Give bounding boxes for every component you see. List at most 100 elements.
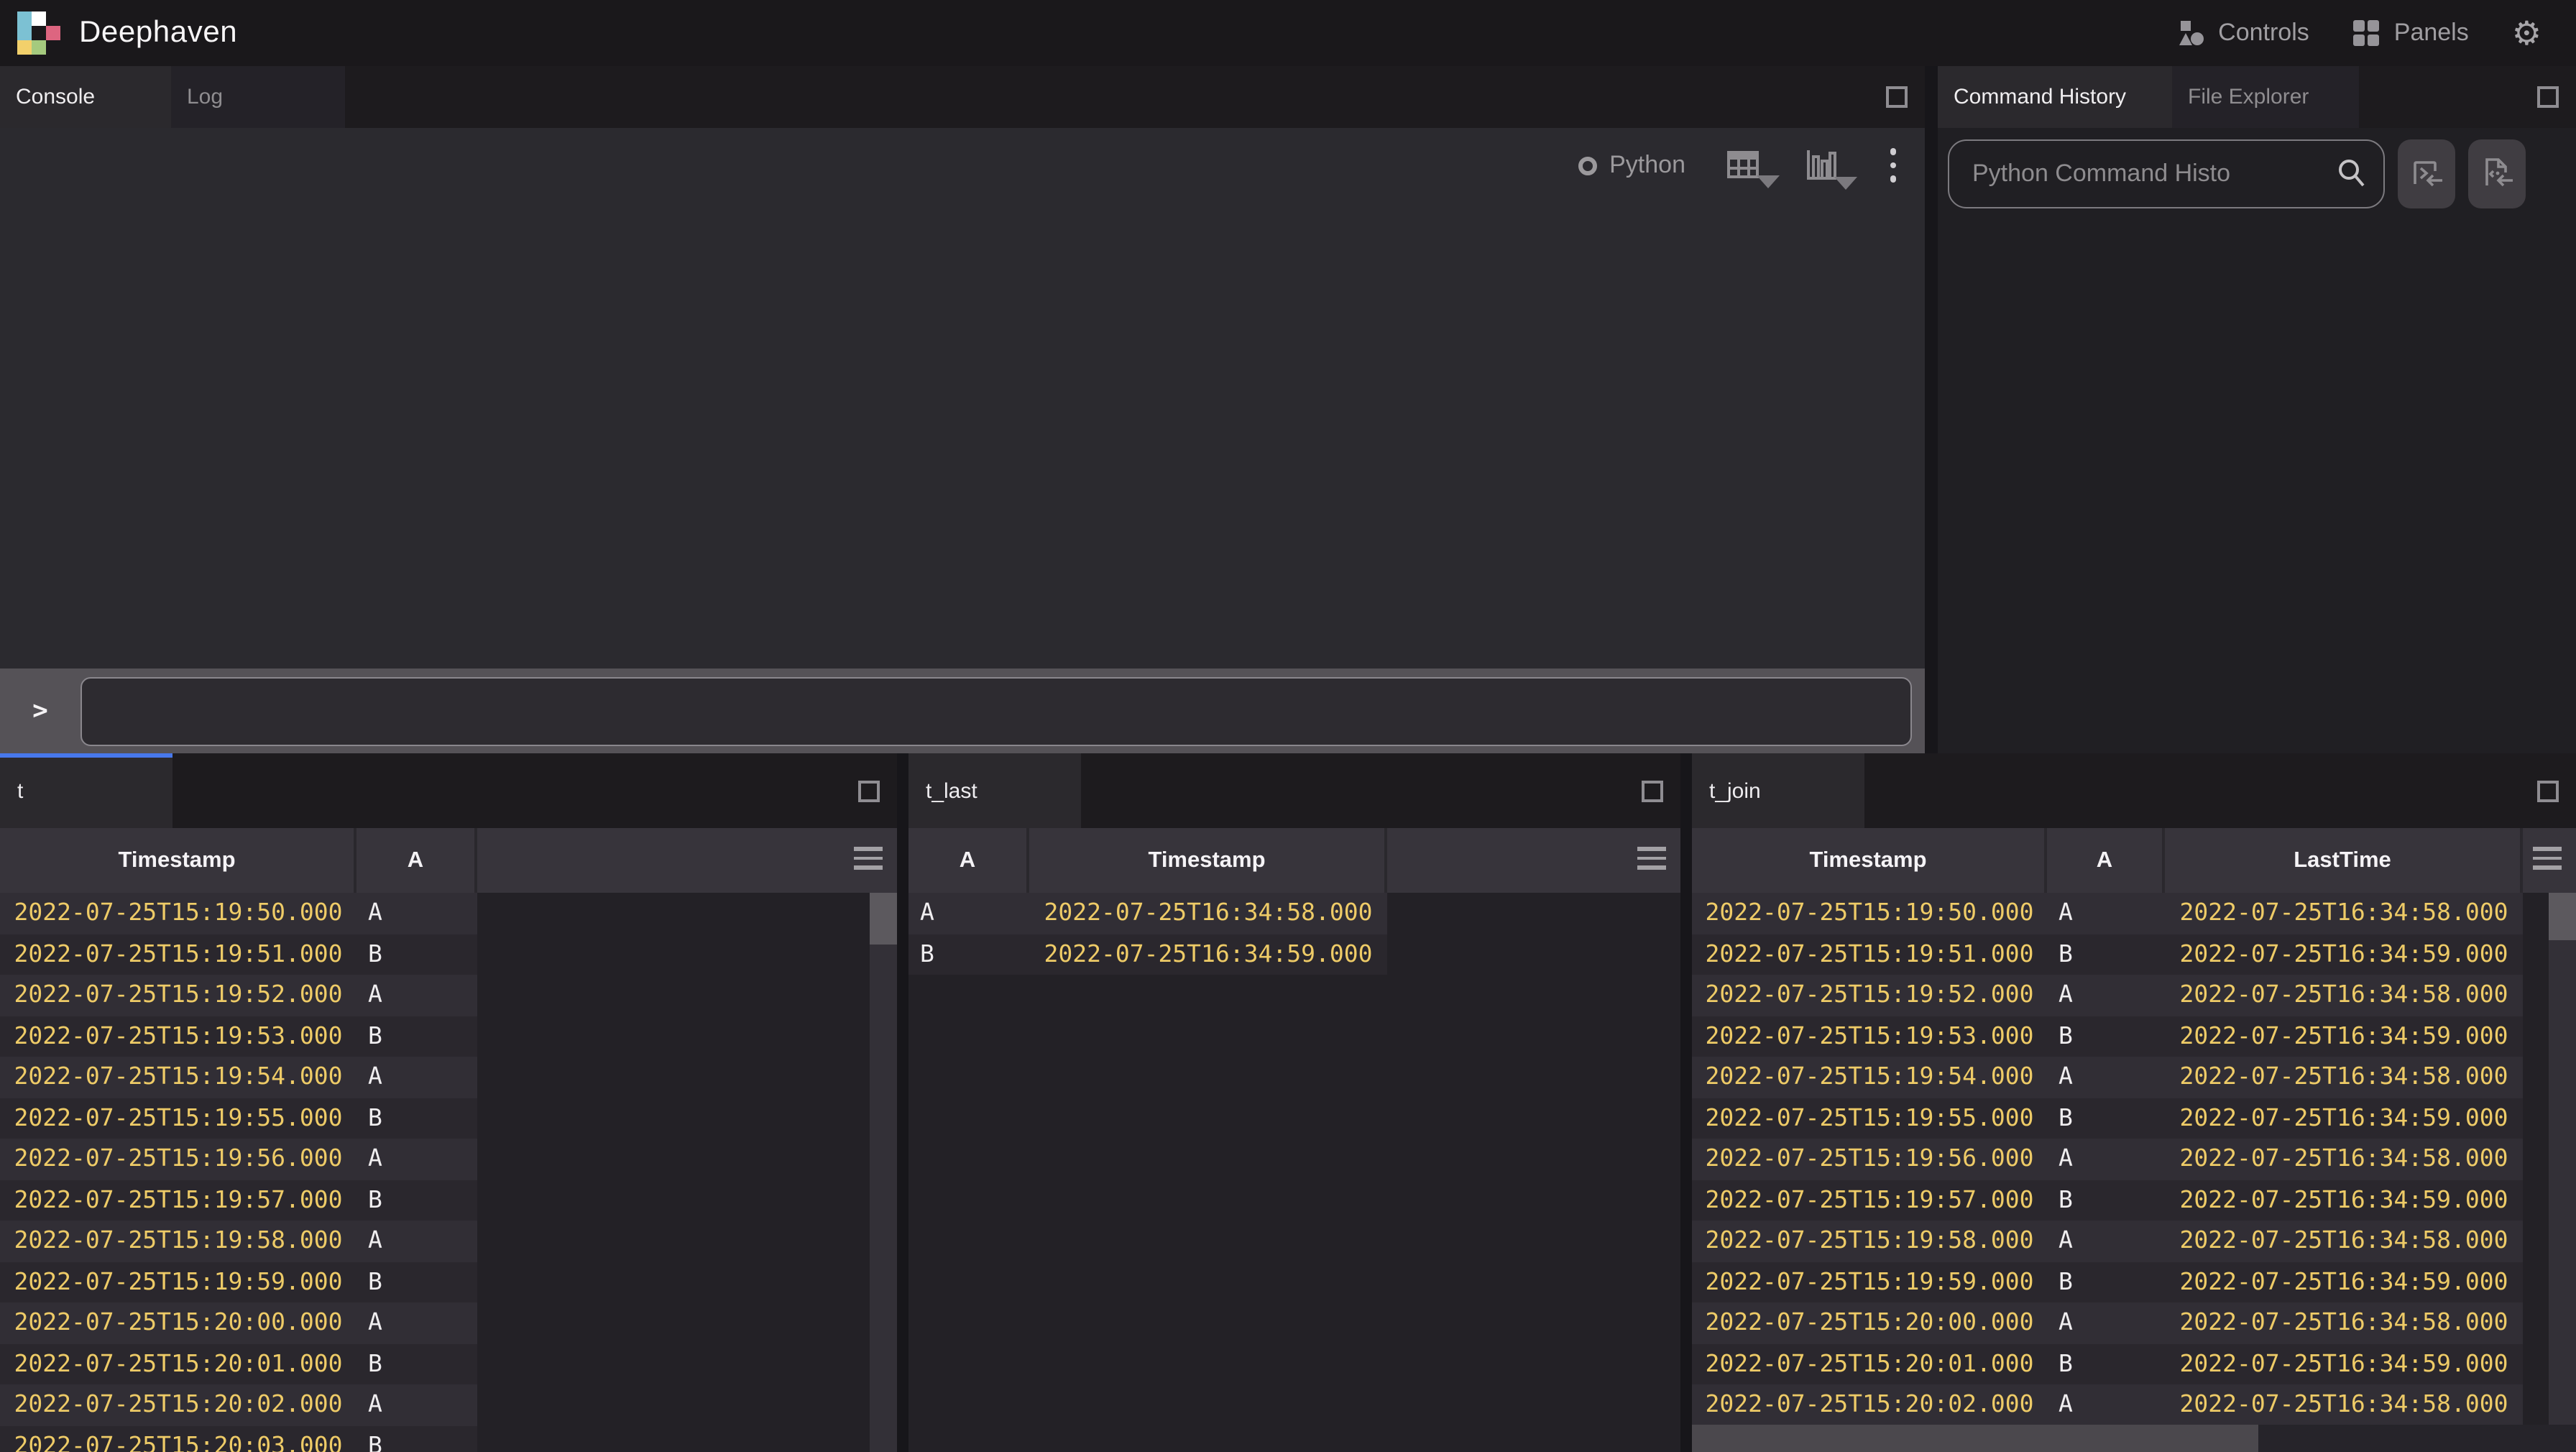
table-row[interactable]: 2022-07-25T15:19:58.000A bbox=[0, 1221, 477, 1262]
create-table-button[interactable] bbox=[1726, 150, 1760, 181]
cell-a: B bbox=[356, 1262, 477, 1302]
table-row[interactable]: 2022-07-25T15:19:51.000B2022-07-25T16:34… bbox=[1692, 934, 2523, 975]
vertical-scrollbar[interactable] bbox=[2549, 893, 2576, 1425]
panels-button[interactable]: Panels bbox=[2352, 19, 2469, 47]
table-row[interactable]: 2022-07-25T15:19:55.000B2022-07-25T16:34… bbox=[1692, 1098, 2523, 1139]
tab-command-history[interactable]: Command History bbox=[1938, 66, 2172, 128]
vertical-scrollbar-thumb[interactable] bbox=[870, 893, 897, 945]
table-row[interactable]: 2022-07-25T15:20:03.000B bbox=[0, 1425, 477, 1452]
tab-file-explorer[interactable]: File Explorer bbox=[2172, 66, 2359, 128]
cell-timestamp: 2022-07-25T15:19:52.000 bbox=[0, 975, 356, 1016]
cell-a: B bbox=[2047, 1180, 2165, 1221]
horizontal-scrollbar[interactable] bbox=[1692, 1425, 2576, 1452]
maximize-icon[interactable] bbox=[1642, 780, 1663, 801]
table-row[interactable]: A2022-07-25T16:34:58.000 bbox=[908, 893, 1387, 934]
deephaven-logo-icon bbox=[17, 11, 60, 55]
table-row[interactable]: 2022-07-25T15:19:58.000A2022-07-25T16:34… bbox=[1692, 1221, 2523, 1262]
grid-menu-icon[interactable] bbox=[1637, 847, 1666, 869]
cell-timestamp: 2022-07-25T15:20:01.000 bbox=[1692, 1343, 2047, 1384]
maximize-icon[interactable] bbox=[858, 780, 880, 801]
cell-a: B bbox=[908, 934, 1029, 975]
cell-timestamp: 2022-07-25T16:34:59.000 bbox=[1029, 934, 1387, 975]
column-header-timestamp[interactable]: Timestamp bbox=[1692, 828, 2047, 893]
horizontal-scrollbar-thumb[interactable] bbox=[1692, 1425, 2258, 1452]
table-row[interactable]: 2022-07-25T15:20:00.000A2022-07-25T16:34… bbox=[1692, 1302, 2523, 1343]
table-row[interactable]: 2022-07-25T15:19:57.000B bbox=[0, 1180, 477, 1221]
column-header-a[interactable]: A bbox=[908, 828, 1029, 893]
history-tabstrip: Command History File Explorer bbox=[1938, 66, 2576, 128]
cell-a: B bbox=[2047, 1098, 2165, 1139]
table-row[interactable]: 2022-07-25T15:19:53.000B bbox=[0, 1016, 477, 1057]
table-row[interactable]: 2022-07-25T15:20:02.000A bbox=[0, 1384, 477, 1425]
create-chart-button[interactable] bbox=[1803, 148, 1838, 183]
table-row[interactable]: 2022-07-25T15:20:02.000A2022-07-25T16:34… bbox=[1692, 1384, 2523, 1425]
tab-log[interactable]: Log bbox=[171, 66, 345, 128]
vertical-scrollbar-thumb[interactable] bbox=[2549, 893, 2576, 940]
column-header-a[interactable]: A bbox=[2047, 828, 2165, 893]
table-row[interactable]: 2022-07-25T15:19:59.000B2022-07-25T16:34… bbox=[1692, 1262, 2523, 1302]
overflow-menu-icon[interactable] bbox=[1890, 149, 1896, 183]
table-row[interactable]: 2022-07-25T15:19:56.000A2022-07-25T16:34… bbox=[1692, 1139, 2523, 1180]
cell-a: A bbox=[356, 893, 477, 934]
cell-timestamp: 2022-07-25T15:19:52.000 bbox=[1692, 975, 2047, 1016]
grid-menu-icon[interactable] bbox=[2533, 847, 2562, 869]
table-row[interactable]: 2022-07-25T15:19:52.000A bbox=[0, 975, 477, 1016]
history-search-input[interactable] bbox=[1948, 139, 2385, 208]
grid-header: TimestampA bbox=[0, 828, 897, 893]
grid-rows-area[interactable]: 2022-07-25T15:19:50.000A2022-07-25T16:34… bbox=[1692, 893, 2576, 1425]
chart-icon bbox=[1803, 148, 1838, 183]
table-row[interactable]: 2022-07-25T15:19:52.000A2022-07-25T16:34… bbox=[1692, 975, 2523, 1016]
grid-rows-area[interactable]: A2022-07-25T16:34:58.000B2022-07-25T16:3… bbox=[908, 893, 1680, 1452]
table-row[interactable]: 2022-07-25T15:20:00.000A bbox=[0, 1302, 477, 1343]
send-to-console-icon bbox=[2408, 155, 2445, 193]
table-row[interactable]: 2022-07-25T15:19:50.000A2022-07-25T16:34… bbox=[1692, 893, 2523, 934]
column-header-timestamp[interactable]: Timestamp bbox=[0, 828, 356, 893]
grid-tab-t_last[interactable]: t_last bbox=[908, 753, 1081, 828]
grid-tabstrip: t bbox=[0, 753, 897, 828]
table-row[interactable]: 2022-07-25T15:19:51.000B bbox=[0, 934, 477, 975]
tab-console[interactable]: Console bbox=[0, 66, 171, 128]
cell-lasttime: 2022-07-25T16:34:58.000 bbox=[2165, 1057, 2523, 1098]
vertical-scrollbar[interactable] bbox=[870, 893, 897, 1452]
grid-tab-t_join[interactable]: t_join bbox=[1692, 753, 1864, 828]
column-header-timestamp[interactable]: Timestamp bbox=[1029, 828, 1387, 893]
console-input-strip: > bbox=[0, 668, 1925, 753]
controls-button[interactable]: Controls bbox=[2176, 19, 2309, 47]
table-row[interactable]: 2022-07-25T15:19:56.000A bbox=[0, 1139, 477, 1180]
grid-rows-area[interactable]: 2022-07-25T15:19:50.000A2022-07-25T15:19… bbox=[0, 893, 897, 1452]
maximize-icon[interactable] bbox=[1886, 86, 1908, 108]
column-header-a[interactable]: A bbox=[356, 828, 477, 893]
grid-tab-t[interactable]: t bbox=[0, 753, 172, 828]
grid-tab-label: t_last bbox=[926, 778, 978, 803]
cell-timestamp: 2022-07-25T15:20:02.000 bbox=[0, 1384, 356, 1425]
cell-timestamp: 2022-07-25T15:20:02.000 bbox=[1692, 1384, 2047, 1425]
table-row[interactable]: 2022-07-25T15:20:01.000B2022-07-25T16:34… bbox=[1692, 1343, 2523, 1384]
cell-lasttime: 2022-07-25T16:34:58.000 bbox=[2165, 893, 2523, 934]
table-row[interactable]: 2022-07-25T15:19:54.000A bbox=[0, 1057, 477, 1098]
cell-a: B bbox=[2047, 1343, 2165, 1384]
grid-header: TimestampALastTime bbox=[1692, 828, 2576, 893]
cell-a: A bbox=[2047, 975, 2165, 1016]
maximize-icon[interactable] bbox=[2537, 86, 2559, 108]
table-row[interactable]: B2022-07-25T16:34:59.000 bbox=[908, 934, 1387, 975]
table-row[interactable]: 2022-07-25T15:19:57.000B2022-07-25T16:34… bbox=[1692, 1180, 2523, 1221]
maximize-icon[interactable] bbox=[2537, 780, 2559, 801]
console-output[interactable] bbox=[0, 185, 1925, 668]
column-header-lasttime[interactable]: LastTime bbox=[2165, 828, 2523, 893]
main-row: Console Log Python bbox=[0, 66, 2576, 753]
app-root: Deephaven Controls Panels ⚙ bbox=[0, 0, 2576, 1452]
table-row[interactable]: 2022-07-25T15:19:54.000A2022-07-25T16:34… bbox=[1692, 1057, 2523, 1098]
send-to-notebook-button[interactable] bbox=[2468, 139, 2526, 208]
panels-icon bbox=[2352, 19, 2381, 47]
table-row[interactable]: 2022-07-25T15:20:01.000B bbox=[0, 1343, 477, 1384]
console-input[interactable] bbox=[80, 676, 1912, 745]
table-panel-t_join: t_join TimestampALastTime 2022-07-25T15:… bbox=[1692, 753, 2576, 1452]
table-row[interactable]: 2022-07-25T15:19:50.000A bbox=[0, 893, 477, 934]
table-row[interactable]: 2022-07-25T15:19:53.000B2022-07-25T16:34… bbox=[1692, 1016, 2523, 1057]
table-row[interactable]: 2022-07-25T15:19:59.000B bbox=[0, 1262, 477, 1302]
settings-gear-icon[interactable]: ⚙ bbox=[2512, 17, 2542, 50]
console-body: Python bbox=[0, 128, 1925, 753]
grid-menu-icon[interactable] bbox=[854, 847, 883, 869]
send-to-console-button[interactable] bbox=[2398, 139, 2455, 208]
table-row[interactable]: 2022-07-25T15:19:55.000B bbox=[0, 1098, 477, 1139]
